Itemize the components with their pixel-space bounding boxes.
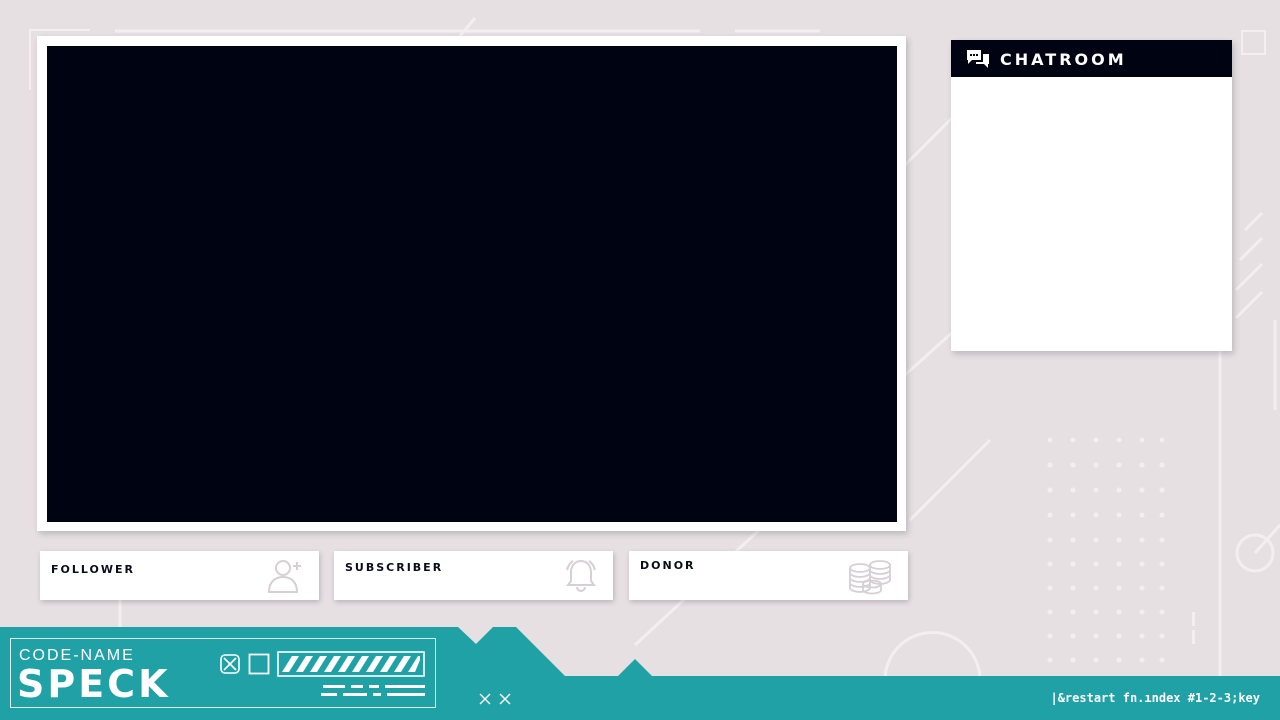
chat-panel: CHATROOM (951, 40, 1232, 351)
chat-title: CHATROOM (1000, 50, 1127, 69)
x-marks-decoration (479, 693, 511, 705)
donor-label: DONOR (640, 559, 696, 572)
follower-label: FOLLOWER (51, 563, 135, 576)
subscriber-label: SUBSCRIBER (345, 561, 444, 574)
brand-title: SPECK (17, 662, 171, 706)
square-icon (248, 653, 270, 675)
follower-card: FOLLOWER (40, 551, 319, 600)
hazard-stripe-bar (277, 651, 425, 677)
chat-header: CHATROOM (951, 40, 1232, 77)
crossed-square-icon (220, 654, 240, 674)
add-user-icon (267, 560, 301, 593)
video-frame (37, 36, 906, 531)
brand-box: CODE-NAME SPECK (10, 638, 436, 708)
footer-code-text: |&restart fn.ındex #1-2-3;key (1050, 691, 1260, 705)
donor-card: DONOR (629, 551, 908, 600)
dash-lines-decoration (321, 685, 425, 696)
video-screen (47, 46, 897, 522)
coins-stack-icon (849, 560, 891, 595)
bell-icon (566, 559, 596, 592)
subscriber-card: SUBSCRIBER (334, 551, 613, 600)
chat-bubbles-icon (967, 50, 989, 68)
